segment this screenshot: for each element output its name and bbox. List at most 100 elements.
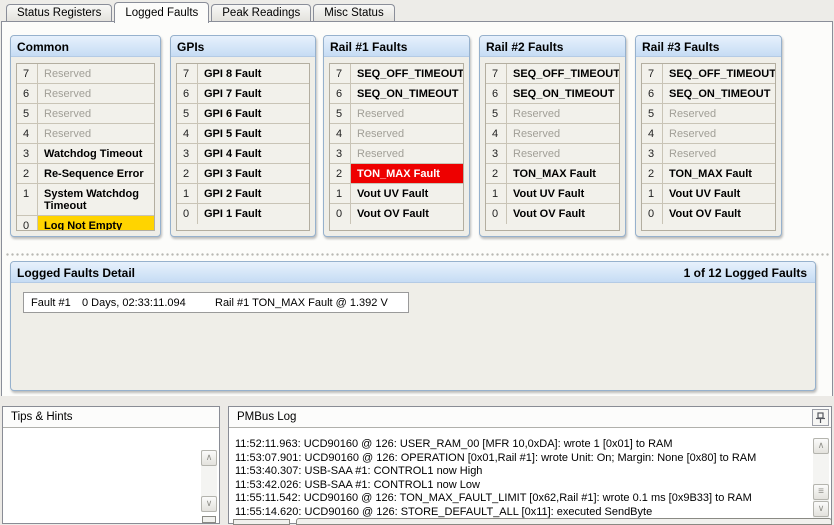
tab-misc-status[interactable]: Misc Status <box>313 4 394 21</box>
bit-row: 4 Reserved <box>17 124 154 144</box>
bit-row: 1 Vout UV Fault <box>642 184 775 204</box>
log-line: 11:55:11.542: UCD90160 @ 126: TON_MAX_FA… <box>235 492 811 506</box>
bit-label: Reserved <box>507 124 619 143</box>
status-panel: GPIs 7 GPI 8 Fault 6 GPI 7 Fault 5 GPI 6… <box>170 35 316 237</box>
log-line: 11:53:40.307: USB-SAA #1: CONTROL1 now H… <box>235 465 811 479</box>
bit-number: 4 <box>486 124 507 143</box>
bit-number: 7 <box>642 64 663 83</box>
bit-number: 1 <box>642 184 663 203</box>
bit-label: SEQ_OFF_TIMEOUT <box>351 64 464 83</box>
bit-row: 6 SEQ_ON_TIMEOUT <box>642 84 775 104</box>
bottom-dock: Tips & Hints ∧ ∨ PMBus Log 11:52:11.963:… <box>0 396 834 524</box>
bit-number: 7 <box>17 64 38 83</box>
log-line: 11:55:14.620: UCD90160 @ 126: STORE_DEFA… <box>235 506 811 520</box>
bit-row: 1 GPI 2 Fault <box>177 184 309 204</box>
scroll-menu-button[interactable]: ≡ <box>813 484 829 500</box>
bit-row: 4 GPI 5 Fault <box>177 124 309 144</box>
bit-label: Log Not Empty <box>38 216 154 231</box>
bit-number: 1 <box>330 184 351 203</box>
logged-faults-detail-title: Logged Faults Detail <box>17 266 135 282</box>
scroll-down-button[interactable]: ∨ <box>813 501 829 517</box>
fault-id: Fault #1 <box>24 297 82 312</box>
bit-number: 0 <box>17 216 38 231</box>
bit-row: 3 Watchdog Timeout <box>17 144 154 164</box>
scroll-up-button[interactable]: ∧ <box>201 450 217 466</box>
bit-number: 3 <box>486 144 507 163</box>
bit-number: 7 <box>486 64 507 83</box>
bit-label: Reserved <box>663 144 775 163</box>
bit-number: 5 <box>177 104 198 123</box>
scroll-down-button[interactable]: ∨ <box>201 496 217 512</box>
pin-button[interactable] <box>812 409 829 426</box>
bit-row: 5 Reserved <box>486 104 619 124</box>
bit-row: 3 Reserved <box>642 144 775 164</box>
logged-faults-detail-panel: Logged Faults Detail 1 of 12 Logged Faul… <box>10 261 816 391</box>
bit-number: 1 <box>486 184 507 203</box>
bit-number: 5 <box>17 104 38 123</box>
horizontal-splitter[interactable] <box>5 251 829 256</box>
log-line: 11:52:11.963: UCD90160 @ 126: USER_RAM_0… <box>235 438 811 452</box>
bit-number: 1 <box>17 184 38 215</box>
bit-row: 7 SEQ_OFF_TIMEOUT <box>330 64 463 84</box>
log-line: 11:53:07.901: UCD90160 @ 126: OPERATION … <box>235 452 811 466</box>
tab-logged-faults[interactable]: Logged Faults <box>114 2 209 23</box>
fault-entry[interactable]: Fault #1 0 Days, 02:33:11.094 Rail #1 TO… <box>23 292 409 313</box>
bit-table: 7 Reserved 6 Reserved 5 Reserved 4 Reser… <box>16 63 155 231</box>
chevron-down-icon: ∨ <box>818 503 825 513</box>
bit-row: 1 System Watchdog Timeout <box>17 184 154 216</box>
bit-row: 2 TON_MAX Fault <box>486 164 619 184</box>
bit-label: Reserved <box>507 144 619 163</box>
bit-row: 5 GPI 6 Fault <box>177 104 309 124</box>
tab-peak-readings[interactable]: Peak Readings <box>211 4 311 21</box>
bit-number: 0 <box>486 204 507 224</box>
scroll-up-button[interactable]: ∧ <box>813 438 829 454</box>
bit-row: 4 Reserved <box>330 124 463 144</box>
bit-row: 0 Vout OV Fault <box>330 204 463 224</box>
bit-row: 1 Vout UV Fault <box>486 184 619 204</box>
bit-label: Watchdog Timeout <box>38 144 154 163</box>
bit-row: 6 GPI 7 Fault <box>177 84 309 104</box>
status-panel-title: Rail #2 Faults <box>480 36 625 57</box>
bit-row: 3 Reserved <box>330 144 463 164</box>
bit-row: 7 GPI 8 Fault <box>177 64 309 84</box>
bit-row: 6 SEQ_ON_TIMEOUT <box>330 84 463 104</box>
bit-number: 2 <box>330 164 351 183</box>
bit-number: 6 <box>642 84 663 103</box>
bit-row: 4 Reserved <box>486 124 619 144</box>
logged-faults-count: 1 of 12 Logged Faults <box>684 266 807 282</box>
tab-status-registers[interactable]: Status Registers <box>6 4 112 21</box>
bit-label: GPI 1 Fault <box>198 204 309 224</box>
status-panel: Common 7 Reserved 6 Reserved 5 Reserved … <box>10 35 161 237</box>
pmbus-log-scrollbar[interactable]: ∧ ≡ ∨ <box>813 438 829 524</box>
bit-row: 0 GPI 1 Fault <box>177 204 309 224</box>
bit-label: GPI 8 Fault <box>198 64 309 83</box>
bit-row: 2 TON_MAX Fault <box>330 164 463 184</box>
tips-hints-title: Tips & Hints <box>3 407 219 428</box>
status-panel-title: Rail #1 Faults <box>324 36 469 57</box>
status-panel: Rail #1 Faults 7 SEQ_OFF_TIMEOUT 6 SEQ_O… <box>323 35 470 237</box>
bit-number: 1 <box>177 184 198 203</box>
chevron-up-icon: ∧ <box>206 452 213 462</box>
bit-row: 4 Reserved <box>642 124 775 144</box>
status-panel-title: Rail #3 Faults <box>636 36 781 57</box>
bit-row: 3 Reserved <box>486 144 619 164</box>
bit-number: 6 <box>177 84 198 103</box>
bit-label: Vout OV Fault <box>507 204 619 224</box>
fault-time: 0 Days, 02:33:11.094 <box>82 297 215 312</box>
bit-label: GPI 6 Fault <box>198 104 309 123</box>
bit-label: Reserved <box>663 104 775 123</box>
lines-icon: ≡ <box>818 486 824 497</box>
bit-number: 3 <box>642 144 663 163</box>
bit-label: SEQ_OFF_TIMEOUT <box>507 64 620 83</box>
bit-table: 7 GPI 8 Fault 6 GPI 7 Fault 5 GPI 6 Faul… <box>176 63 310 231</box>
bit-row: 7 SEQ_OFF_TIMEOUT <box>642 64 775 84</box>
bit-number: 4 <box>17 124 38 143</box>
bit-number: 3 <box>177 144 198 163</box>
status-panel: Rail #3 Faults 7 SEQ_OFF_TIMEOUT 6 SEQ_O… <box>635 35 782 237</box>
bit-row: 2 GPI 3 Fault <box>177 164 309 184</box>
bit-label: Reserved <box>507 104 619 123</box>
pmbus-log-lines: 11:52:11.963: UCD90160 @ 126: USER_RAM_0… <box>235 438 811 519</box>
bit-row: 5 Reserved <box>330 104 463 124</box>
bit-row: 3 GPI 4 Fault <box>177 144 309 164</box>
tips-scrollbar[interactable]: ∧ ∨ <box>201 450 217 512</box>
